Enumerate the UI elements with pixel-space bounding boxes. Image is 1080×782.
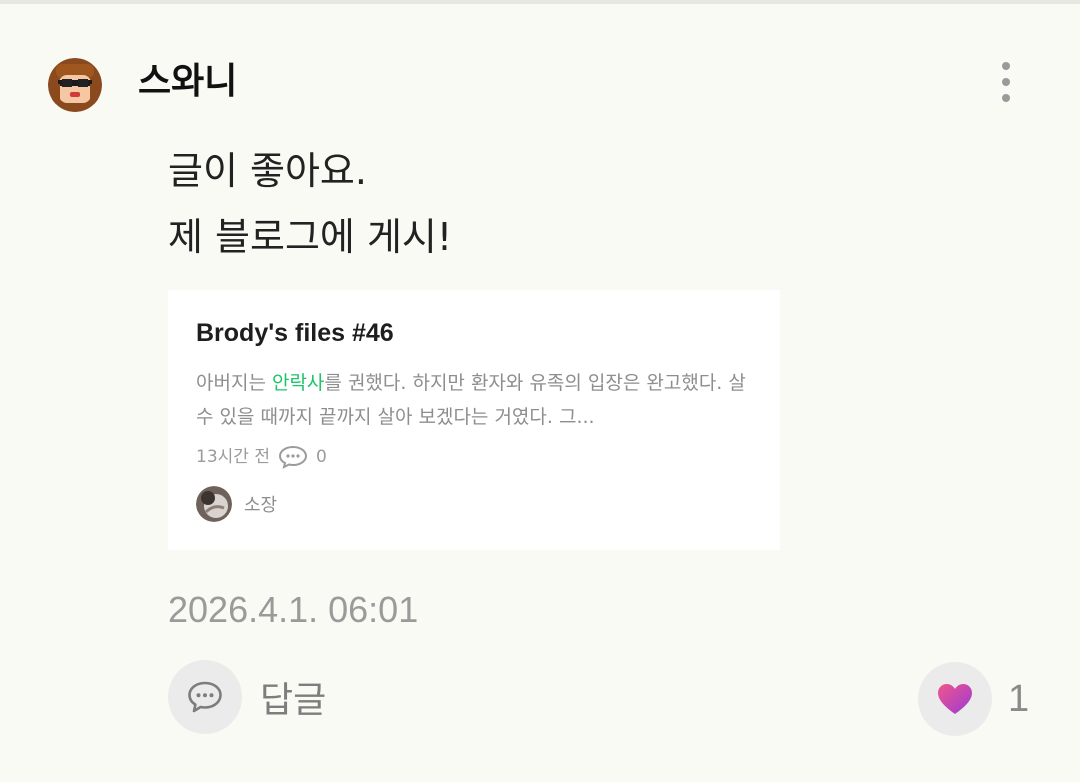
reply-label: 답글	[260, 680, 327, 721]
more-vertical-icon-dot	[1002, 78, 1010, 86]
comment-text: 글이 좋아요. 제 블로그에 게시!	[168, 138, 968, 270]
card-excerpt-highlight: 안락사	[271, 372, 325, 394]
card-author: 소장	[196, 486, 752, 522]
more-options-button[interactable]	[986, 56, 1026, 108]
like-button[interactable]: 1	[918, 662, 1029, 736]
top-divider	[0, 0, 1080, 4]
commenter-name[interactable]: 스와니	[138, 56, 237, 108]
card-excerpt: 아버지는 안락사를 권했다. 하지만 환자와 유족의 입장은 완고했다. 살 수…	[196, 366, 752, 434]
reply-button[interactable]: 답글	[168, 660, 326, 734]
heart-icon	[918, 662, 992, 736]
speech-bubble-icon	[168, 660, 242, 734]
comment-timestamp: 2026.4.1. 06:01	[168, 589, 419, 630]
like-count: 1	[1008, 677, 1030, 720]
more-vertical-icon-dot	[1002, 94, 1010, 102]
card-comment-count: 0	[315, 447, 327, 467]
commenter-avatar[interactable]	[48, 58, 102, 112]
card-time-ago: 13시간 전	[196, 447, 270, 467]
card-author-avatar	[196, 486, 232, 522]
comment-bubble-icon	[278, 445, 308, 469]
card-author-name: 소장	[244, 495, 278, 516]
comment-line: 제 블로그에 게시!	[168, 215, 453, 259]
linked-post-card[interactable]: Brody's files #46 아버지는 안락사를 권했다. 하지만 환자와…	[168, 290, 780, 550]
card-title: Brody's files #46	[196, 319, 394, 347]
comment-line: 글이 좋아요.	[168, 149, 367, 193]
card-meta: 13시간 전 0	[196, 444, 752, 470]
card-excerpt-text: 아버지는	[196, 372, 272, 394]
more-vertical-icon	[1002, 62, 1010, 70]
